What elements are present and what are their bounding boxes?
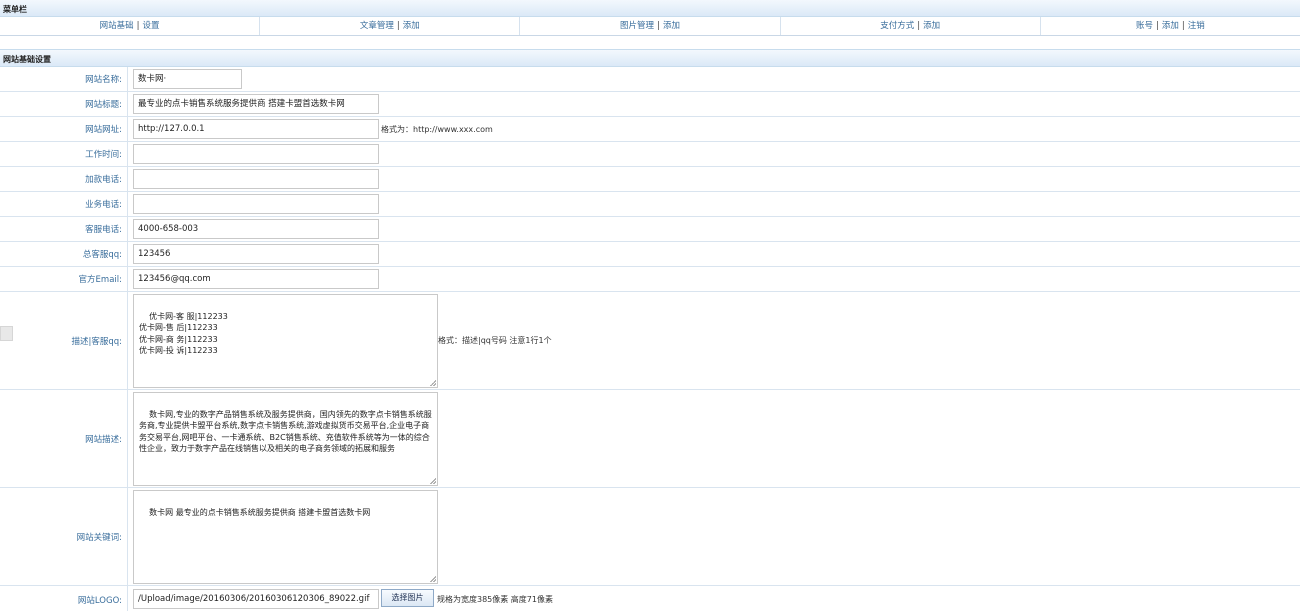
business-phone-input[interactable] xyxy=(133,194,379,214)
site-name-input[interactable]: 数卡网· xyxy=(133,69,242,89)
email-label: 官方Email: xyxy=(0,267,128,291)
site-keywords-text: 数卡网 最专业的点卡销售系统服务提供商 搭建卡盟首选数卡网 xyxy=(149,507,371,517)
row-site-logo: 网站LOGO: /Upload/image/20160306/201603061… xyxy=(0,586,1300,611)
row-qq-desc: 描述|客服qq: 优卡网-客 服|112233 优卡网-售 后|112233 优… xyxy=(0,292,1300,390)
qq-desc-text: 优卡网-客 服|112233 优卡网-售 后|112233 优卡网-商 务|11… xyxy=(139,311,228,356)
menu-account-add-link[interactable]: 添加 xyxy=(1162,21,1179,31)
menu-images: 图片管理 | 添加 xyxy=(520,17,781,35)
site-keywords-label: 网站关键词: xyxy=(0,488,128,585)
menu-separator: | xyxy=(657,21,660,31)
service-phone-label: 客服电话: xyxy=(0,217,128,241)
work-hours-input[interactable] xyxy=(133,144,379,164)
row-main-qq: 总客服qq: 123456 xyxy=(0,242,1300,267)
menu-site-basic-settings-link[interactable]: 设置 xyxy=(143,21,160,31)
menu-articles: 文章管理 | 添加 xyxy=(260,17,521,35)
menu-images-add-link[interactable]: 添加 xyxy=(663,21,680,31)
menu-articles-link[interactable]: 文章管理 xyxy=(360,21,394,31)
site-title-input[interactable]: 最专业的点卡销售系统服务提供商 搭建卡盟首选数卡网 xyxy=(133,94,379,114)
menu-site-basic-link[interactable]: 网站基础 xyxy=(100,21,134,31)
resize-handle[interactable] xyxy=(430,478,436,484)
site-title-label: 网站标题: xyxy=(0,92,128,116)
row-site-keywords: 网站关键词: 数卡网 最专业的点卡销售系统服务提供商 搭建卡盟首选数卡网 xyxy=(0,488,1300,586)
service-phone-input[interactable]: 4000-658-003 xyxy=(133,219,379,239)
row-payment-phone: 加款电话: xyxy=(0,167,1300,192)
menu-separator: | xyxy=(1156,21,1159,31)
menu-separator: | xyxy=(396,21,400,31)
business-phone-label: 业务电话: xyxy=(0,192,128,216)
work-hours-label: 工作时间: xyxy=(0,142,128,166)
main-qq-input[interactable]: 123456 xyxy=(133,244,379,264)
row-work-hours: 工作时间: xyxy=(0,142,1300,167)
choose-image-button[interactable]: 选择图片 xyxy=(381,589,434,607)
menu-payment-add-link[interactable]: 添加 xyxy=(923,21,940,31)
row-site-url: 网站网址: http://127.0.0.1 格式为：http://www.xx… xyxy=(0,117,1300,142)
row-site-name: 网站名称: 数卡网· xyxy=(0,67,1300,92)
site-url-hint: 格式为：http://www.xxx.com xyxy=(381,125,493,134)
menu-separator: | xyxy=(136,21,140,31)
row-service-phone: 客服电话: 4000-658-003 xyxy=(0,217,1300,242)
menu-articles-add-link[interactable]: 添加 xyxy=(403,21,420,31)
payment-phone-label: 加款电话: xyxy=(0,167,128,191)
site-url-input[interactable]: http://127.0.0.1 xyxy=(133,119,379,139)
menu-separator: | xyxy=(1181,21,1185,31)
row-business-phone: 业务电话: xyxy=(0,192,1300,217)
main-qq-label: 总客服qq: xyxy=(0,242,128,266)
row-email: 官方Email: 123456@qq.com xyxy=(0,267,1300,292)
menu-payment-link[interactable]: 支付方式 xyxy=(880,21,914,31)
site-logo-label: 网站LOGO: xyxy=(0,586,128,611)
menu-account-logout-link[interactable]: 注销 xyxy=(1188,21,1205,31)
menu-site-basic: 网站基础 | 设置 xyxy=(0,17,261,35)
row-site-title: 网站标题: 最专业的点卡销售系统服务提供商 搭建卡盟首选数卡网 xyxy=(0,92,1300,117)
menu-account: 账号 | 添加 | 注销 xyxy=(1041,17,1300,35)
site-keywords-textarea[interactable]: 数卡网 最专业的点卡销售系统服务提供商 搭建卡盟首选数卡网 xyxy=(133,490,438,584)
menu-separator: | xyxy=(917,21,921,31)
site-desc-textarea[interactable]: 数卡网,专业的数字产品销售系统及服务提供商，国内领先的数字点卡销售系统服务商,专… xyxy=(133,392,438,486)
row-site-desc: 网站描述: 数卡网,专业的数字产品销售系统及服务提供商，国内领先的数字点卡销售系… xyxy=(0,390,1300,488)
email-input[interactable]: 123456@qq.com xyxy=(133,269,379,289)
menubar: 网站基础 | 设置 文章管理 | 添加 图片管理 | 添加 支付方式 | 添加 账号 | 添加 | 注销 xyxy=(0,17,1300,36)
menu-images-link[interactable]: 图片管理 xyxy=(620,21,654,31)
site-desc-label: 网站描述: xyxy=(0,390,128,487)
site-name-label: 网站名称: xyxy=(0,67,128,91)
qq-desc-label: 描述|客服qq: xyxy=(0,292,128,389)
site-desc-text: 数卡网,专业的数字产品销售系统及服务提供商，国内领先的数字点卡销售系统服务商,专… xyxy=(139,409,432,454)
menubar-title: 菜单栏 xyxy=(0,0,1300,17)
resize-handle[interactable] xyxy=(430,380,436,386)
menu-payment: 支付方式 | 添加 xyxy=(781,17,1041,35)
resize-handle[interactable] xyxy=(430,576,436,582)
menu-account-link[interactable]: 账号 xyxy=(1136,21,1153,31)
site-logo-input[interactable]: /Upload/image/20160306/20160306120306_89… xyxy=(133,589,379,609)
payment-phone-input[interactable] xyxy=(133,169,379,189)
qq-desc-textarea[interactable]: 优卡网-客 服|112233 优卡网-售 后|112233 优卡网-商 务|11… xyxy=(133,294,438,388)
qq-desc-hint: 格式：描述|qq号码 注意1行1个 xyxy=(438,336,552,345)
section-title: 网站基础设置 xyxy=(0,49,1300,67)
site-logo-hint: 规格为宽度385像素 高度71像素 xyxy=(437,595,553,604)
site-url-label: 网站网址: xyxy=(0,117,128,141)
